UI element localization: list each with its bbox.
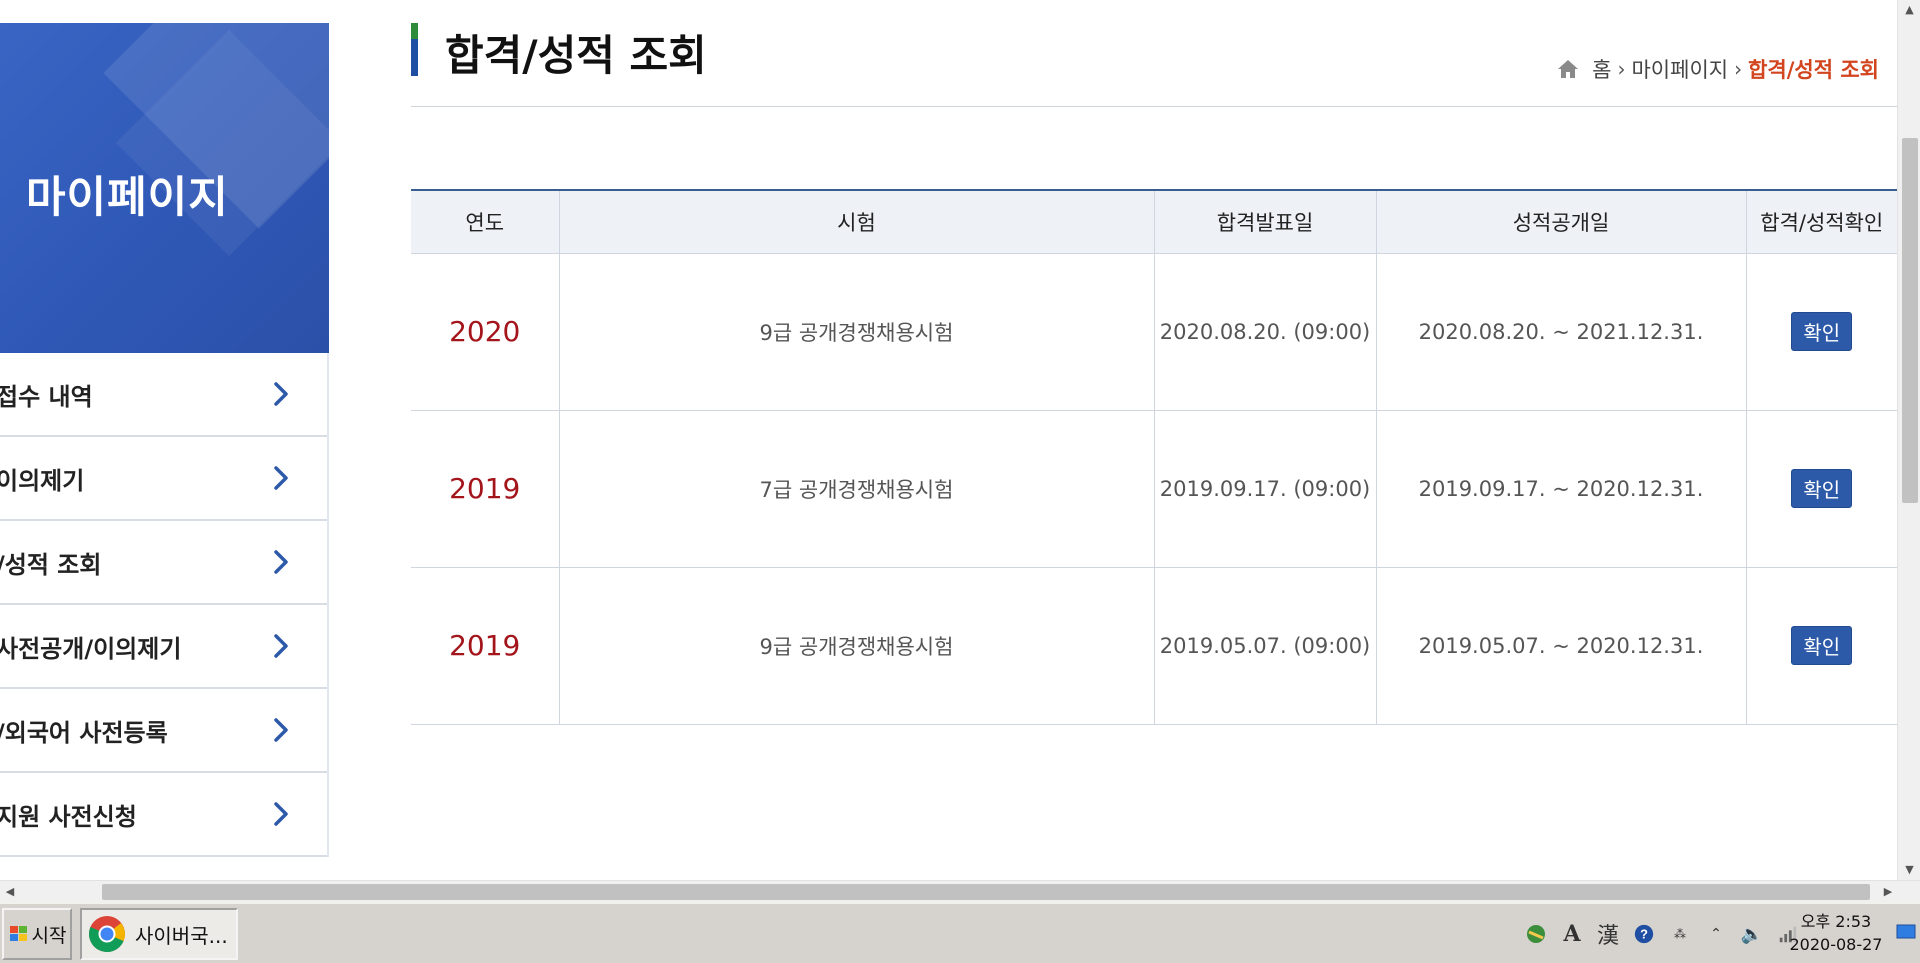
result-table: 연도 시험 합격발표일 성적공개일 합격/성적확인 2020 9급 공개경쟁채용… <box>411 189 1897 725</box>
chevron-right-icon <box>266 463 296 493</box>
disclosure-period-cell: 2019.05.07. ~ 2020.12.31. <box>1375 567 1746 725</box>
sidebar-item-label: 접수 내역 <box>0 382 93 411</box>
clock-date: 2020-08-27 <box>1789 935 1883 954</box>
scroll-left-arrow-icon[interactable]: ◀ <box>0 881 20 903</box>
vertical-scroll-thumb[interactable] <box>1902 138 1918 503</box>
horizontal-scrollbar[interactable]: ◀ ▶ <box>0 880 1920 902</box>
confirm-button[interactable]: 확인 <box>1791 626 1853 665</box>
hanja-icon[interactable]: 漢 <box>1594 920 1622 949</box>
tray-expand-icon[interactable]: ⌃ <box>1702 920 1730 948</box>
ime-alpha-icon[interactable]: A <box>1558 920 1586 948</box>
confirm-button[interactable]: 확인 <box>1791 469 1853 508</box>
chevron-right-icon: › <box>1734 57 1743 81</box>
chevron-right-icon <box>266 379 296 409</box>
chevron-right-icon <box>266 799 296 829</box>
sidebar-header: 마이페이지 <box>0 23 329 353</box>
exam-cell: 7급 공개경쟁채용시험 <box>558 410 1154 568</box>
disclosure-period-cell: 2019.09.17. ~ 2020.12.31. <box>1375 410 1746 568</box>
chevron-right-icon: › <box>1617 57 1626 81</box>
table-row: 2019 7급 공개경쟁채용시험 2019.09.17. (09:00) 201… <box>411 410 1897 568</box>
breadcrumb-home[interactable]: 홈 <box>1592 54 1611 84</box>
home-icon[interactable] <box>1556 58 1580 80</box>
sidebar-item-language-registration[interactable]: /외국어 사전등록 <box>0 689 327 773</box>
confirm-cell: 확인 <box>1745 567 1897 725</box>
column-header-exam: 시험 <box>558 190 1154 254</box>
page-title-bar: 합격/성적 조회 홈 › 마이페이지 › 합격/성적 조회 <box>411 0 1897 107</box>
table-row: 2019 9급 공개경쟁채용시험 2019.05.07. (09:00) 201… <box>411 567 1897 725</box>
show-desktop-icon[interactable] <box>1896 922 1916 942</box>
year-cell: 2020 <box>411 253 559 411</box>
announce-date-cell: 2019.05.07. (09:00) <box>1153 567 1376 725</box>
announce-date-cell: 2020.08.20. (09:00) <box>1153 253 1376 411</box>
announce-date-cell: 2019.09.17. (09:00) <box>1153 410 1376 568</box>
sidebar-menu: 접수 내역 이의제기 /성적 조회 사전공개/이의제기 /외국어 사전등록 지원… <box>0 353 329 857</box>
exam-cell: 9급 공개경쟁채용시험 <box>558 567 1154 725</box>
start-button[interactable]: 시작 <box>2 908 72 960</box>
table-header-row: 연도 시험 합격발표일 성적공개일 합격/성적확인 <box>411 190 1897 254</box>
sidebar-item-label: 지원 사전신청 <box>0 802 137 831</box>
help-icon[interactable]: ? <box>1630 920 1658 948</box>
speaker-icon[interactable]: 🔈 <box>1738 920 1766 948</box>
taskbar: 시작 사이버국... A 漢 ? ⁂ ⌃ 🔈 오후 2:53 2020-08-2… <box>0 902 1920 963</box>
disclosure-period-cell: 2020.08.20. ~ 2021.12.31. <box>1375 253 1746 411</box>
start-label: 시작 <box>31 924 67 947</box>
chevron-right-icon <box>266 715 296 745</box>
sidebar-item-label: /외국어 사전등록 <box>0 718 168 747</box>
sidebar-item-application-history[interactable]: 접수 내역 <box>0 353 327 437</box>
column-header-year: 연도 <box>411 190 559 254</box>
scroll-right-arrow-icon[interactable]: ▶ <box>1878 881 1898 903</box>
vertical-scrollbar[interactable]: ▲ ▼ <box>1897 0 1920 880</box>
exam-cell: 9급 공개경쟁채용시험 <box>558 253 1154 411</box>
confirm-button[interactable]: 확인 <box>1791 312 1853 351</box>
sidebar-item-label: /성적 조회 <box>0 550 102 579</box>
system-tray: A 漢 ? ⁂ ⌃ 🔈 <box>1522 908 1810 960</box>
main-content: 합격/성적 조회 홈 › 마이페이지 › 합격/성적 조회 연도 시험 합격발표… <box>411 0 1897 725</box>
chevron-right-icon <box>266 547 296 577</box>
column-header-disclosure-period: 성적공개일 <box>1375 190 1746 254</box>
sidebar-item-support-application[interactable]: 지원 사전신청 <box>0 773 327 857</box>
breadcrumb-current: 합격/성적 조회 <box>1748 58 1879 82</box>
svg-text:?: ? <box>1640 927 1648 942</box>
taskbar-item-label: 사이버국... <box>135 923 228 948</box>
taskbar-clock[interactable]: 오후 2:53 2020-08-27 <box>1776 910 1896 956</box>
column-header-confirm: 합격/성적확인 <box>1745 190 1897 254</box>
sidebar-title: 마이페이지 <box>26 173 229 223</box>
confirm-cell: 확인 <box>1745 410 1897 568</box>
breadcrumb-mypage[interactable]: 마이페이지 <box>1631 54 1728 84</box>
chrome-icon <box>87 914 127 954</box>
sidebar-item-result-lookup[interactable]: /성적 조회 <box>0 521 327 605</box>
taskbar-item-chrome[interactable]: 사이버국... <box>80 908 238 960</box>
windows-logo-icon <box>8 923 30 945</box>
sidebar-item-label: 이의제기 <box>0 466 85 495</box>
sidebar-item-pre-release-objection[interactable]: 사전공개/이의제기 <box>0 605 327 689</box>
confirm-cell: 확인 <box>1745 253 1897 411</box>
network-icon[interactable] <box>1522 920 1550 948</box>
scroll-down-arrow-icon[interactable]: ▼ <box>1898 860 1920 880</box>
ime-settings-icon[interactable]: ⁂ <box>1666 920 1694 948</box>
browser-viewport: 마이페이지 접수 내역 이의제기 /성적 조회 사전공개/이의제기 /외국어 사… <box>0 0 1897 880</box>
sidebar-item-label: 사전공개/이의제기 <box>0 634 182 663</box>
horizontal-scroll-thumb[interactable] <box>102 884 1870 900</box>
sidebar: 마이페이지 접수 내역 이의제기 /성적 조회 사전공개/이의제기 /외국어 사… <box>0 23 329 857</box>
year-cell: 2019 <box>411 410 559 568</box>
title-accent-bar <box>411 23 418 76</box>
page-title: 합격/성적 조회 <box>445 31 707 80</box>
scroll-up-arrow-icon[interactable]: ▲ <box>1898 0 1920 20</box>
column-header-announce-date: 합격발표일 <box>1153 190 1376 254</box>
chevron-right-icon <box>266 631 296 661</box>
year-cell: 2019 <box>411 567 559 725</box>
clock-time: 오후 2:53 <box>1800 912 1872 931</box>
sidebar-item-objection[interactable]: 이의제기 <box>0 437 327 521</box>
breadcrumb: 홈 › 마이페이지 › 합격/성적 조회 <box>1556 54 1879 84</box>
table-row: 2020 9급 공개경쟁채용시험 2020.08.20. (09:00) 202… <box>411 253 1897 411</box>
